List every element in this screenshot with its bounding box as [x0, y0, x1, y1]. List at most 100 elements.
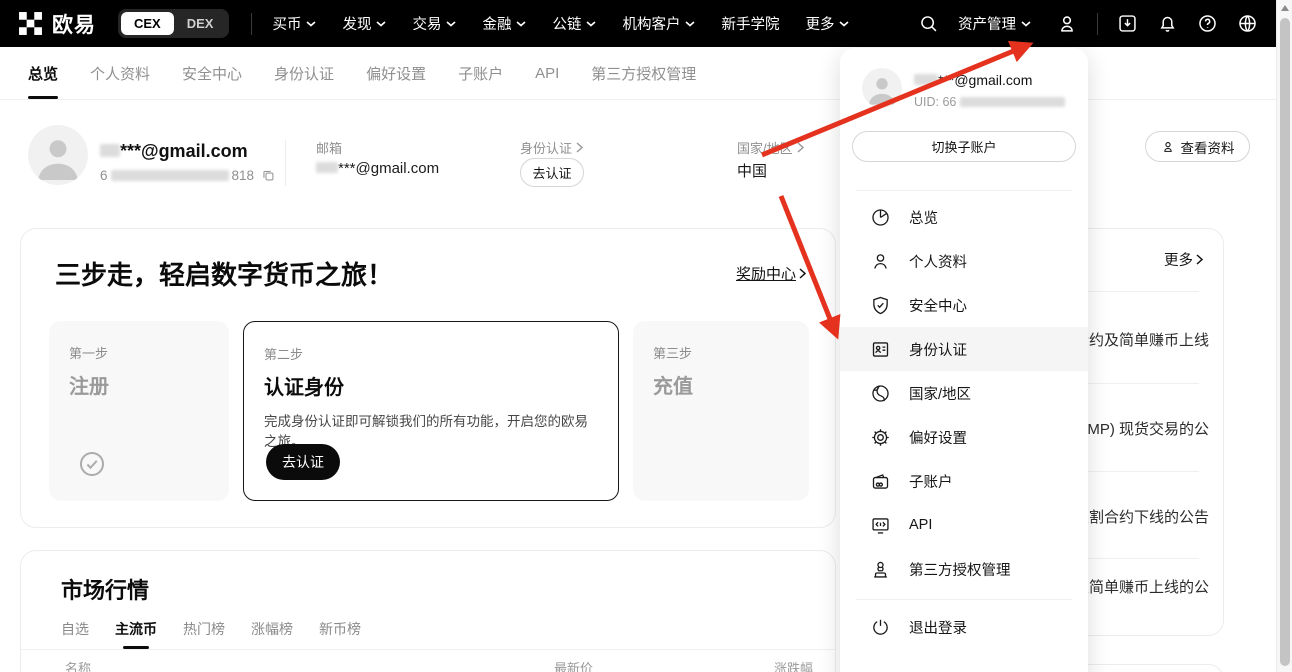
kyc-label[interactable]: 身份认证 — [520, 138, 583, 157]
step-card-verify: 第二步 认证身份 完成身份认证即可解锁我们的所有功能，开启您的欧易之旅。 去认证 — [243, 321, 619, 501]
menu-item-region[interactable]: 国家/地区 — [840, 371, 1088, 415]
toggle-dex[interactable]: DEX — [174, 12, 227, 35]
dropdown-email: ***@gmail.com — [914, 72, 1032, 88]
scrollbar-thumb[interactable] — [1280, 18, 1290, 666]
brand-name[interactable]: 欧易 — [52, 9, 96, 39]
tab-subaccount[interactable]: 子账户 — [458, 47, 503, 99]
redacted-text — [914, 74, 938, 85]
col-header-price: 最新价 — [554, 658, 593, 672]
menu-item-profile[interactable]: 个人资料 — [840, 239, 1088, 283]
region-value: 中国 — [737, 160, 767, 181]
menu-item-api[interactable]: API — [840, 503, 1088, 547]
account-email: ***@gmail.com — [100, 141, 248, 162]
nav-item-more[interactable]: 更多 — [805, 13, 849, 34]
search-icon[interactable] — [918, 13, 939, 34]
stamp-icon — [870, 559, 891, 580]
nav-menu: 买币 发现 交易 金融 公链 机构客户 新手学院 更多 — [272, 13, 849, 34]
redacted-text — [316, 162, 338, 173]
menu-item-preferences[interactable]: 偏好设置 — [840, 415, 1088, 459]
notifications-bell-icon[interactable] — [1157, 13, 1178, 34]
chevron-right-icon — [799, 268, 806, 279]
step-number: 第三步 — [653, 343, 789, 362]
menu-item-kyc[interactable]: 身份认证 — [840, 327, 1088, 371]
shield-check-icon — [870, 295, 891, 316]
menu-item-overview[interactable]: 总览 — [840, 195, 1088, 239]
toggle-cex[interactable]: CEX — [121, 12, 174, 35]
tab-api[interactable]: API — [535, 47, 559, 99]
nav-item-finance[interactable]: 金融 — [482, 13, 526, 34]
reward-center-link[interactable]: 奖励中心 — [736, 263, 806, 284]
step-number: 第二步 — [264, 344, 598, 363]
redacted-text — [111, 170, 229, 181]
cex-dex-toggle: CEX DEX — [118, 9, 229, 38]
nav-item-discover[interactable]: 发现 — [342, 13, 386, 34]
help-icon[interactable] — [1197, 13, 1218, 34]
tab-profile[interactable]: 个人资料 — [90, 47, 150, 99]
announcement-item[interactable]: 合约及简单赚币上线 — [1074, 329, 1209, 350]
chevron-right-icon — [576, 142, 583, 153]
redacted-text — [100, 144, 120, 157]
tab-overview[interactable]: 总览 — [28, 47, 58, 99]
market-tab-major[interactable]: 主流币 — [115, 619, 157, 649]
download-app-icon[interactable] — [1117, 13, 1138, 34]
account-uid: 6818 — [100, 168, 276, 183]
subaccount-wallet-icon — [870, 471, 891, 492]
market-tab-favorites[interactable]: 自选 — [61, 619, 89, 649]
announcement-item[interactable]: 交割合约下线的公告 — [1074, 506, 1209, 527]
market-tab-gainers[interactable]: 涨幅榜 — [251, 619, 293, 649]
nav-item-chain[interactable]: 公链 — [552, 13, 596, 34]
email-value: ***@gmail.com — [316, 160, 439, 177]
kyc-verify-button[interactable]: 去认证 — [520, 158, 584, 187]
chevron-right-icon — [1196, 254, 1203, 265]
chevron-down-icon — [1021, 21, 1031, 27]
scrollbar-up-arrow[interactable] — [1281, 5, 1289, 11]
nav-divider — [251, 13, 252, 35]
menu-item-security[interactable]: 安全中心 — [840, 283, 1088, 327]
chevron-down-icon — [839, 21, 849, 27]
announcement-item[interactable]: 及简单赚币上线的公 — [1074, 576, 1209, 597]
market-tab-new[interactable]: 新币榜 — [319, 619, 361, 649]
region-label[interactable]: 国家/地区 — [737, 138, 804, 157]
step-card-register: 第一步 注册 — [49, 321, 229, 501]
switch-subaccount-button[interactable]: 切换子账户 — [852, 131, 1076, 162]
top-navbar: 欧易 CEX DEX 买币 发现 交易 金融 公链 机构客户 新手学院 更多 资… — [0, 0, 1276, 47]
menu-item-subaccount[interactable]: 子账户 — [840, 459, 1088, 503]
onboarding-title: 三步走，轻启数字货币之旅！ — [55, 255, 393, 292]
market-card: 市场行情 自选 主流币 热门榜 涨幅榜 新币榜 名称 最新价 涨跌幅 — [20, 550, 836, 672]
nav-item-academy[interactable]: 新手学院 — [721, 13, 779, 34]
copy-icon[interactable] — [261, 168, 276, 183]
nav-item-buy[interactable]: 买币 — [272, 13, 316, 34]
announcements-more-link[interactable]: 更多 — [1164, 249, 1203, 270]
tab-third-party[interactable]: 第三方授权管理 — [591, 47, 696, 99]
user-account-icon[interactable] — [1056, 13, 1078, 35]
tab-kyc[interactable]: 身份认证 — [274, 47, 334, 99]
step-title: 充值 — [653, 370, 789, 399]
menu-item-third-party[interactable]: 第三方授权管理 — [840, 547, 1088, 591]
step-title: 认证身份 — [264, 371, 598, 400]
api-code-icon — [870, 515, 891, 536]
tab-security[interactable]: 安全中心 — [182, 47, 242, 99]
page-scrollbar[interactable] — [1276, 0, 1292, 672]
chevron-down-icon — [685, 21, 695, 27]
avatar — [862, 68, 902, 108]
account-dropdown-panel: ***@gmail.com UID: 66 切换子账户 总览 个人资料 安全中心… — [840, 48, 1088, 672]
go-verify-button[interactable]: 去认证 — [266, 444, 340, 480]
nav-item-trade[interactable]: 交易 — [412, 13, 456, 34]
col-header-change: 涨跌幅 — [774, 658, 813, 672]
menu-item-logout[interactable]: 退出登录 — [840, 605, 1088, 649]
onboarding-card: 三步走，轻启数字货币之旅！ 奖励中心 第一步 注册 第二步 认证身份 完成身份认… — [20, 228, 836, 528]
power-icon — [870, 617, 891, 638]
nav-item-assets[interactable]: 资产管理 — [958, 13, 1031, 34]
dropdown-uid: UID: 66 — [914, 95, 1065, 109]
okx-logo-icon[interactable] — [18, 11, 43, 36]
nav-item-institutional[interactable]: 机构客户 — [622, 13, 695, 34]
view-profile-button[interactable]: 查看资料 — [1145, 131, 1250, 162]
tab-preferences[interactable]: 偏好设置 — [366, 47, 426, 99]
avatar-person-icon — [862, 68, 902, 108]
person-icon — [1161, 140, 1175, 154]
market-tab-hot[interactable]: 热门榜 — [183, 619, 225, 649]
language-globe-icon[interactable] — [1237, 13, 1258, 34]
chevron-down-icon — [586, 21, 596, 27]
chevron-down-icon — [306, 21, 316, 27]
avatar-person-icon — [28, 125, 88, 185]
